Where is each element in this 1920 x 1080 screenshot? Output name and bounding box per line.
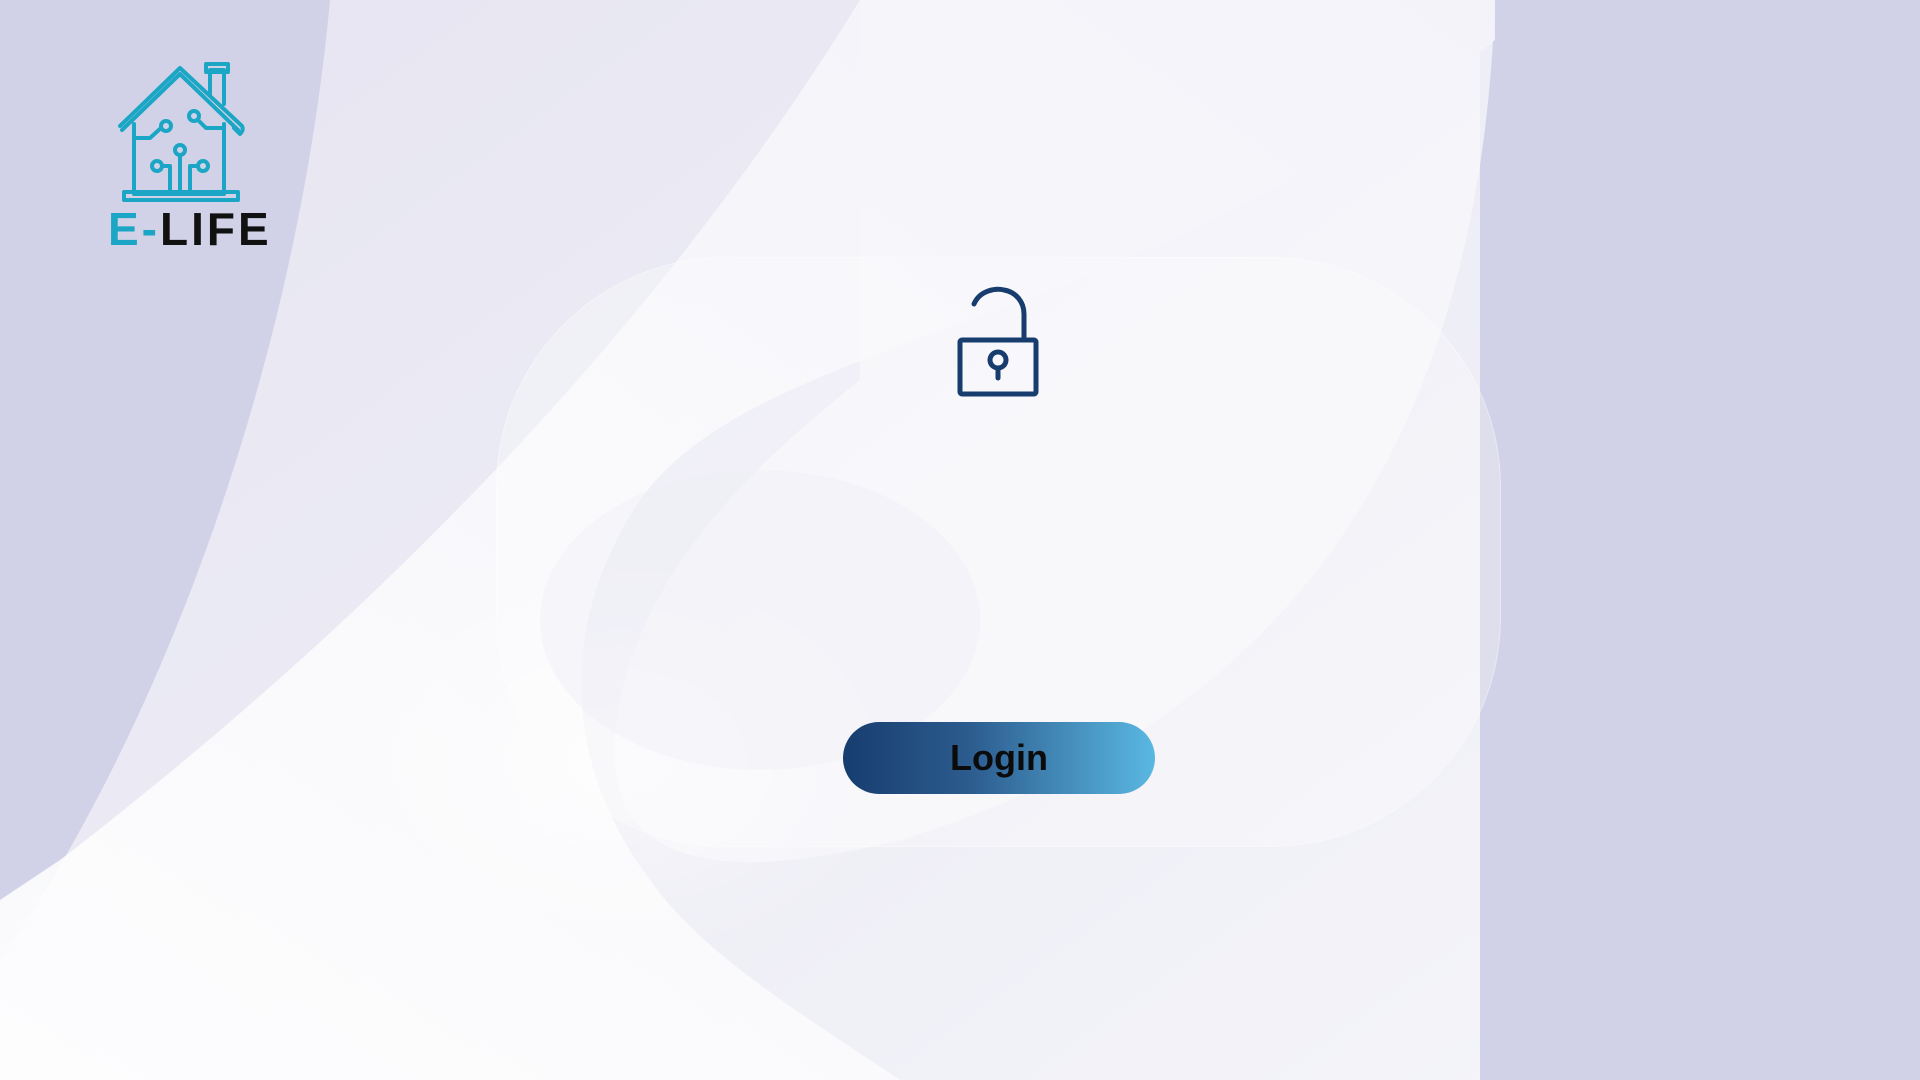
login-button[interactable]: Login: [843, 722, 1155, 794]
logo-text-suffix: LIFE: [160, 203, 272, 255]
unlocked-padlock-icon: [957, 286, 1039, 397]
logo-text: E-LIFE: [108, 206, 272, 252]
elife-logo: E-LIFE: [108, 54, 269, 260]
logo-text-prefix: E-: [108, 203, 160, 255]
smart-home-icon: [118, 62, 245, 202]
